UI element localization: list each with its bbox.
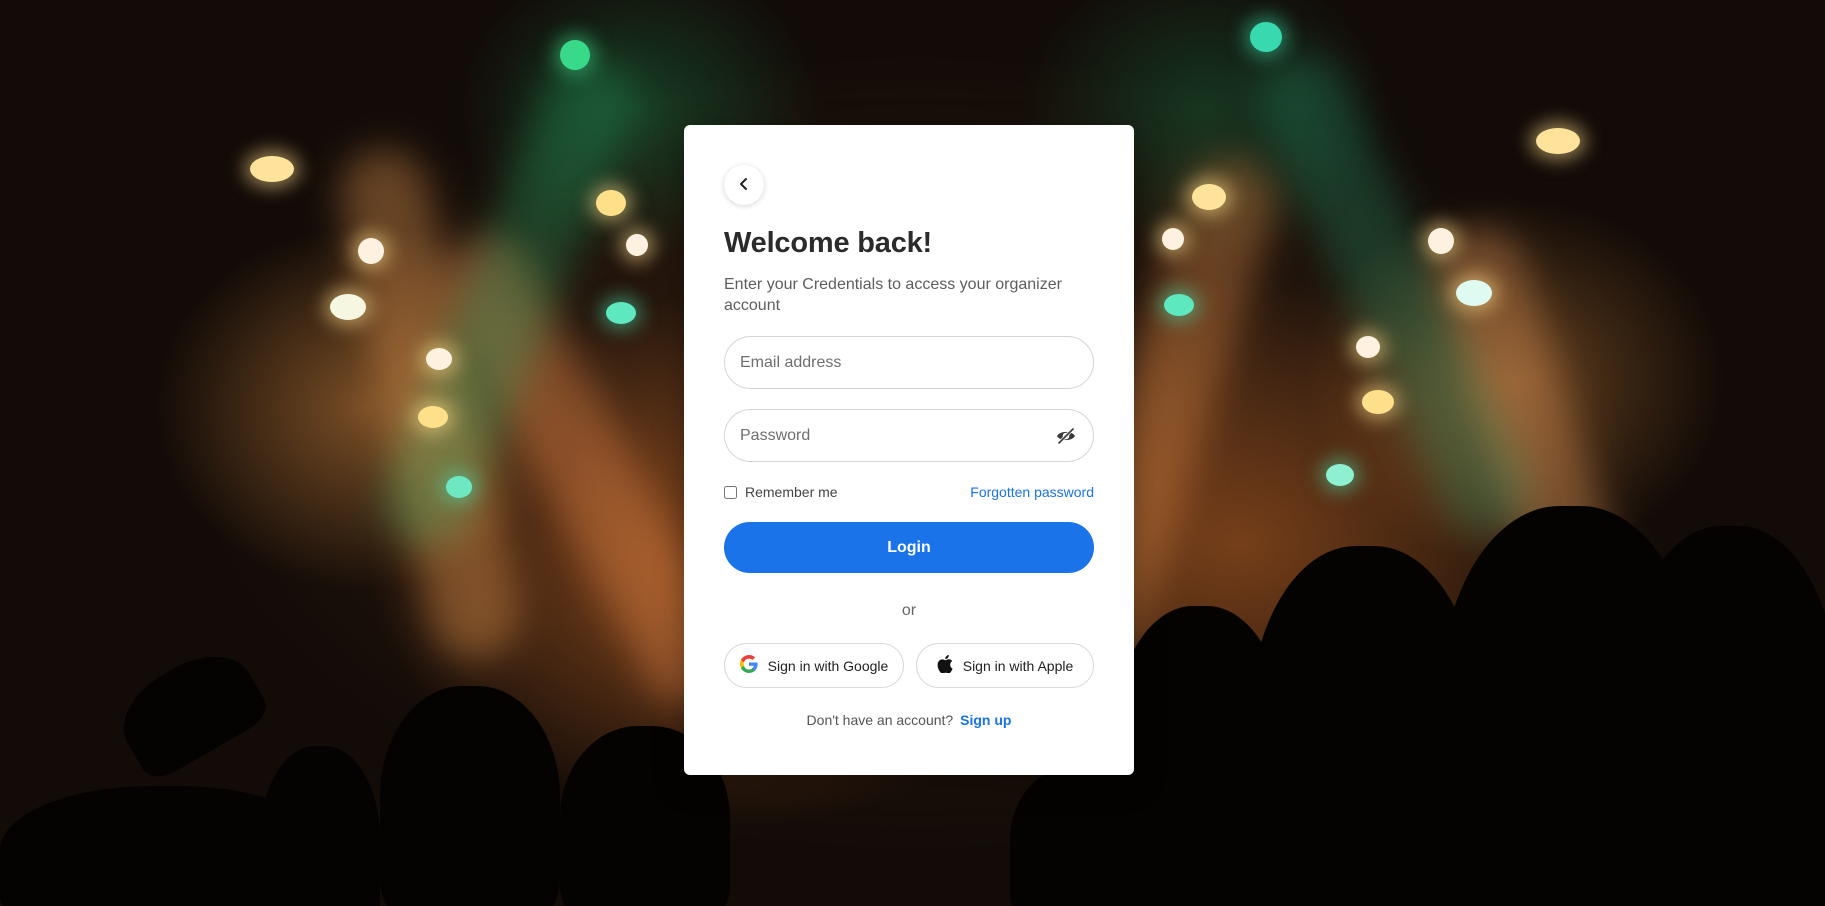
stage-light: [596, 190, 626, 216]
stage-light: [1428, 228, 1454, 254]
back-button[interactable]: [724, 165, 764, 205]
password-field-wrapper: [724, 409, 1094, 462]
remember-me-checkbox[interactable]: [724, 485, 737, 499]
page-title: Welcome back!: [724, 227, 933, 259]
apple-icon: [937, 655, 953, 676]
stage-light: [1362, 390, 1394, 414]
stage-light: [250, 156, 294, 182]
google-icon: [739, 655, 758, 676]
stage-light: [1164, 294, 1194, 316]
stage-light: [1356, 336, 1380, 358]
social-signin-row: Sign in with Google Sign in with Apple: [724, 643, 1094, 688]
email-field[interactable]: [725, 337, 1093, 388]
apple-signin-button[interactable]: Sign in with Apple: [916, 643, 1094, 688]
google-signin-label: Sign in with Google: [767, 657, 889, 674]
remember-me: Remember me: [724, 484, 838, 500]
login-options-row: Remember me Forgotten password: [724, 484, 1094, 500]
forgotten-password-link[interactable]: Forgotten password: [970, 484, 1094, 500]
stage-light: [560, 40, 590, 70]
login-card: Welcome back! Enter your Credentials to …: [684, 125, 1134, 775]
eye-off-icon[interactable]: [1055, 425, 1077, 447]
login-button[interactable]: Login: [724, 522, 1094, 573]
stage-light: [606, 302, 636, 324]
signup-prompt: Don't have an account? Sign up: [724, 712, 1094, 728]
signup-prompt-text: Don't have an account?: [806, 712, 954, 728]
stage-light: [1326, 464, 1354, 486]
stage-light: [1192, 184, 1226, 210]
stage-light: [358, 238, 384, 264]
chevron-left-icon: [737, 177, 751, 194]
stage-light: [418, 406, 448, 428]
remember-me-label: Remember me: [745, 484, 838, 500]
stage-light: [426, 348, 452, 370]
password-field[interactable]: [725, 410, 1093, 461]
email-field-wrapper: [724, 336, 1094, 389]
page-subtitle: Enter your Credentials to access your or…: [724, 276, 1062, 314]
stage-light: [1536, 128, 1580, 154]
or-divider: or: [901, 602, 917, 619]
google-signin-button[interactable]: Sign in with Google: [724, 643, 904, 688]
stage-light: [1456, 280, 1492, 306]
stage-light: [330, 294, 366, 320]
signup-link[interactable]: Sign up: [960, 712, 1011, 728]
stage-light: [1250, 22, 1282, 52]
stage-light: [626, 234, 648, 256]
apple-signin-label: Sign in with Apple: [962, 657, 1074, 674]
stage-light: [1162, 228, 1184, 250]
